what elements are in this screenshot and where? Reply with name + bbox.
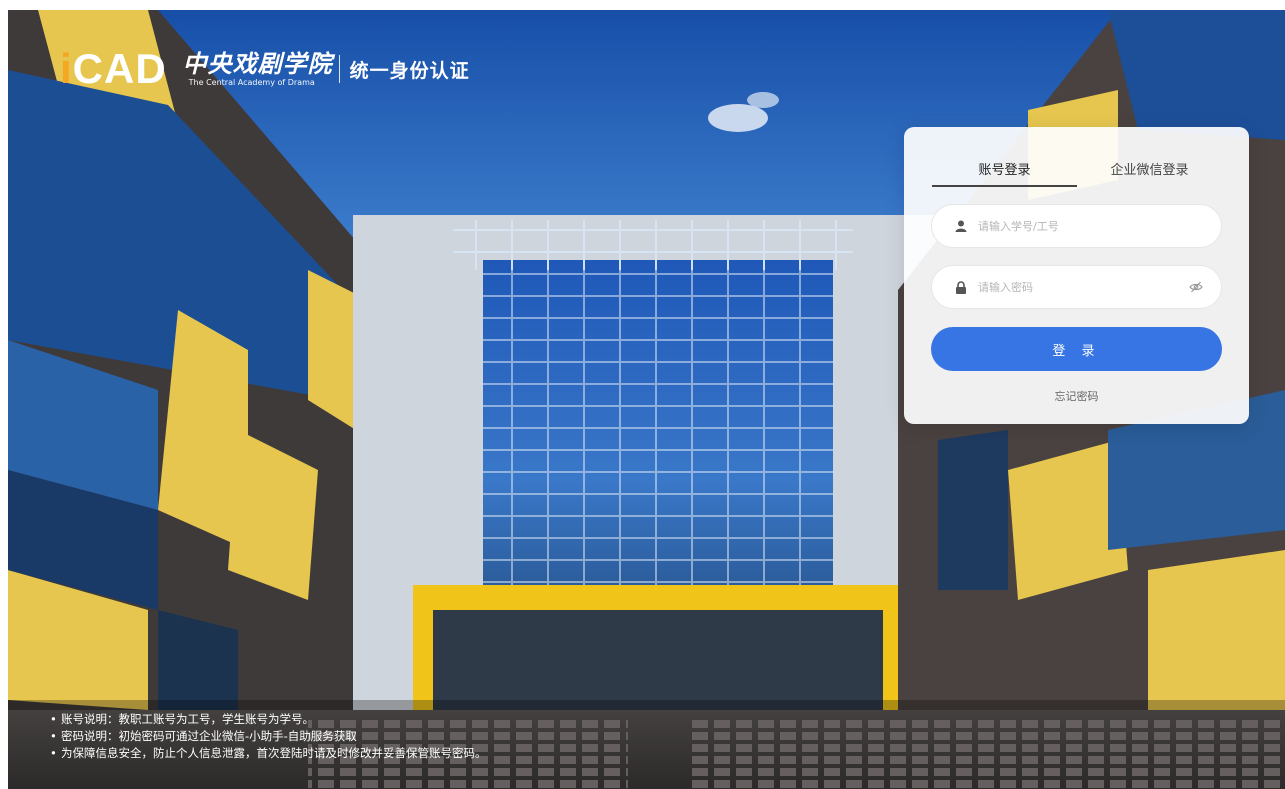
- eye-off-icon[interactable]: [1189, 280, 1203, 294]
- password-field[interactable]: [931, 265, 1222, 309]
- username-field[interactable]: [931, 204, 1222, 248]
- school-name-cn: 中央戏剧学院: [182, 49, 333, 78]
- lock-icon: [954, 280, 968, 294]
- login-notes: 账号说明：教职工账号为工号，学生账号为学号。 密码说明：初始密码可通过企业微信-…: [50, 711, 487, 762]
- logo-divider: [338, 55, 340, 83]
- password-input[interactable]: [978, 280, 1189, 294]
- system-title: 统一身份认证: [349, 59, 470, 82]
- login-panel: 账号登录 企业微信登录 登 录 忘记密码: [904, 127, 1249, 424]
- note-account: 账号说明：教职工账号为工号，学生账号为学号。: [50, 711, 487, 728]
- site-logo: iCAD 中央戏剧学院 The Central Academy of Drama…: [60, 40, 470, 98]
- icad-logo: iCAD: [60, 45, 167, 92]
- forgot-password-link[interactable]: 忘记密码: [904, 388, 1249, 404]
- login-button[interactable]: 登 录: [931, 327, 1222, 371]
- note-password: 密码说明：初始密码可通过企业微信-小助手-自助服务获取: [50, 728, 487, 745]
- tab-account-login[interactable]: 账号登录: [932, 159, 1077, 189]
- school-name-en: The Central Academy of Drama: [188, 78, 315, 87]
- login-tabs: 账号登录 企业微信登录: [932, 159, 1222, 189]
- username-input[interactable]: [978, 219, 1203, 233]
- school-name-logo: 中央戏剧学院 The Central Academy of Drama: [183, 50, 333, 88]
- user-icon: [954, 219, 968, 233]
- note-security: 为保障信息安全，防止个人信息泄露，首次登陆时请及时修改并妥善保管账号密码。: [50, 745, 487, 762]
- tab-wecom-login[interactable]: 企业微信登录: [1077, 159, 1222, 189]
